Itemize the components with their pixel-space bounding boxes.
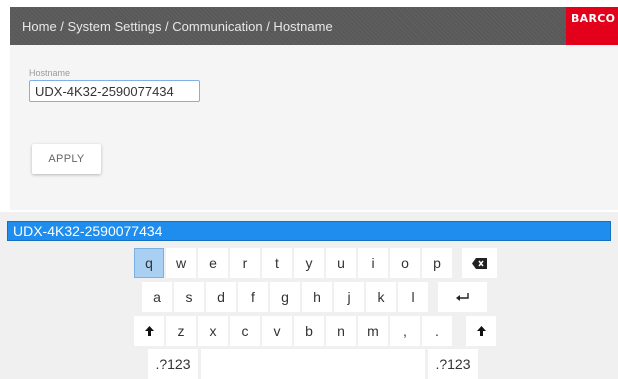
barco-logo: BARCO [566,7,618,45]
key-j[interactable]: j [334,282,364,312]
key-m[interactable]: m [358,316,388,346]
header-bar: Home / System Settings / Communication /… [10,7,618,45]
key-k[interactable]: k [366,282,396,312]
key-g[interactable]: g [270,282,300,312]
on-screen-keyboard: UDX-4K32-2590077434 q w e r t y u i o p … [0,212,618,379]
key-shift-left[interactable] [134,316,164,346]
key-a[interactable]: a [142,282,172,312]
hostname-input[interactable]: UDX-4K32-2590077434 [29,80,200,102]
key-l[interactable]: l [398,282,428,312]
key-f[interactable]: f [238,282,268,312]
key-u[interactable]: u [326,248,356,278]
key-w[interactable]: w [166,248,196,278]
key-comma[interactable]: , [390,316,420,346]
shift-icon [144,326,154,336]
key-p[interactable]: p [422,248,452,278]
key-d[interactable]: d [206,282,236,312]
key-b[interactable]: b [294,316,324,346]
key-q[interactable]: q [134,248,164,278]
key-symbols-right[interactable]: .?123 [428,349,478,379]
key-period[interactable]: . [422,316,452,346]
backspace-icon [472,257,487,269]
key-o[interactable]: o [390,248,420,278]
key-s[interactable]: s [174,282,204,312]
key-backspace[interactable] [462,248,497,278]
apply-button[interactable]: APPLY [32,144,101,174]
key-y[interactable]: y [294,248,324,278]
key-n[interactable]: n [326,316,356,346]
key-x[interactable]: x [198,316,228,346]
key-c[interactable]: c [230,316,260,346]
hostname-label: Hostname [29,68,71,78]
key-z[interactable]: z [166,316,196,346]
key-shift-right[interactable] [466,316,496,346]
keyboard-input-text: UDX-4K32-2590077434 [13,223,163,239]
key-enter[interactable] [438,282,487,312]
breadcrumb: Home / System Settings / Communication /… [22,19,333,34]
settings-panel: Hostname UDX-4K32-2590077434 APPLY [10,45,618,210]
logo-text: BARCO [571,12,616,25]
shift-icon [476,326,486,336]
key-r[interactable]: r [230,248,260,278]
key-t[interactable]: t [262,248,292,278]
key-space[interactable] [201,349,425,379]
enter-icon [456,292,469,301]
keyboard-input-bar[interactable]: UDX-4K32-2590077434 [7,221,611,241]
key-v[interactable]: v [262,316,292,346]
key-h[interactable]: h [302,282,332,312]
key-symbols-left[interactable]: .?123 [148,349,198,379]
key-e[interactable]: e [198,248,228,278]
key-i[interactable]: i [358,248,388,278]
